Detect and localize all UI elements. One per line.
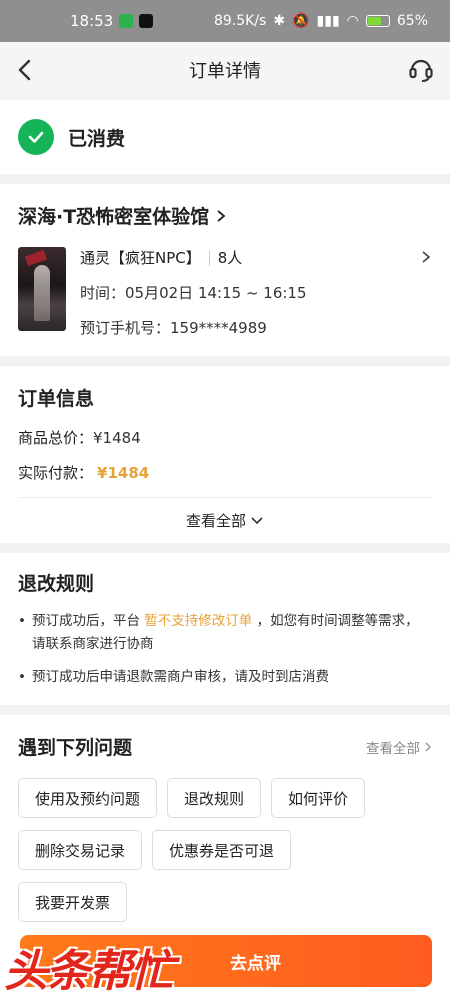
signal-icon: ▮▮▮: [316, 13, 340, 29]
faq-title: 遇到下列问题: [18, 737, 133, 759]
mute-icon: 🔕: [292, 13, 310, 29]
rule-item: 预订成功后申请退款需商户审核，请及时到店消费: [18, 666, 432, 689]
status-bar: 18:53 89.5K/s ✱ 🔕 ▮▮▮ ◠ 65%: [0, 0, 450, 42]
faq-tag[interactable]: 优惠券是否可退: [152, 830, 292, 870]
order-status-card: 已消费: [0, 100, 450, 174]
faq-tag[interactable]: 退改规则: [167, 778, 262, 818]
network-speed: 89.5K/s: [213, 13, 267, 29]
rule-text: 预订成功后申请退款需商户审核，请及时到店消费: [32, 669, 329, 685]
booking-time: 时间：05月02日 14:15 ~ 16:15: [80, 284, 307, 302]
faq-tag[interactable]: 使用及预约问题: [18, 778, 158, 818]
chevron-down-icon: [251, 516, 263, 524]
total-price-row: 商品总价：¥1484: [18, 427, 432, 448]
order-info-title: 订单信息: [18, 388, 95, 410]
shop-name: 深海·T恐怖密室体验馆: [18, 206, 210, 228]
phone-notification-icon: [119, 14, 134, 28]
faq-tag[interactable]: 删除交易记录: [18, 830, 143, 870]
faq-tag[interactable]: 如何评价: [271, 778, 366, 818]
people-count: 8人: [217, 249, 243, 267]
divider: [208, 249, 210, 266]
rule-highlight: 暂不支持修改订单: [144, 613, 253, 629]
rule-item: 预订成功后，平台 暂不支持修改订单 ，如您有时间调整等需求，请联系商家进行协商: [18, 610, 432, 656]
rule-text: 预订成功后，平台: [32, 613, 140, 629]
refund-rules-card: 退改规则 预订成功后，平台 暂不支持修改订单 ，如您有时间调整等需求，请联系商家…: [0, 553, 450, 705]
chevron-right-icon: [425, 741, 432, 752]
order-info-card: 订单信息 商品总价：¥1484 实际付款： ¥1484 查看全部: [0, 366, 450, 543]
item-title: 通灵【疯狂NPC】: [80, 249, 201, 267]
bottom-action-bar: 头条帮忙 去点评: [0, 922, 450, 1000]
faq-card: 遇到下列问题 查看全部 使用及预约问题 退改规则 如何评价 删除交易记录 优惠券…: [0, 715, 450, 948]
order-status-label: 已消费: [68, 127, 126, 150]
paid-amount-value: ¥1484: [97, 464, 150, 482]
faq-tag[interactable]: 我要开发票: [18, 882, 128, 922]
check-circle-icon: [18, 119, 54, 155]
back-arrow-icon[interactable]: [10, 54, 42, 86]
booking-item[interactable]: 通灵【疯狂NPC】 8人 时间：05月02日 14:15 ~ 16:15 预订手…: [18, 247, 432, 338]
paid-amount-label: 实际付款：: [18, 464, 94, 482]
refund-rules-title: 退改规则: [18, 573, 95, 595]
chevron-right-icon: [217, 209, 226, 222]
view-all-order-button[interactable]: 查看全部: [18, 497, 432, 543]
faq-view-all-label: 查看全部: [366, 740, 420, 757]
battery-level: 65%: [396, 13, 428, 29]
faq-view-all-link[interactable]: 查看全部: [366, 737, 432, 757]
wifi-icon: ◠: [346, 13, 359, 29]
app-notification-icon: [139, 14, 154, 28]
bluetooth-icon: ✱: [273, 13, 286, 29]
watermark-logo: 头条帮忙: [4, 946, 174, 997]
booking-phone: 预订手机号：159****4989: [80, 319, 267, 337]
item-poster-image: [18, 247, 66, 331]
battery-icon: [365, 15, 390, 27]
page-title: 订单详情: [189, 61, 261, 82]
total-price-value: ¥1484: [93, 429, 141, 447]
paid-amount-row: 实际付款： ¥1484: [18, 462, 432, 483]
view-all-label: 查看全部: [185, 512, 246, 530]
shop-name-link[interactable]: 深海·T恐怖密室体验馆: [18, 202, 432, 229]
review-button-label: 去点评: [230, 953, 281, 974]
nav-bar: 订单详情: [0, 42, 450, 98]
chevron-right-icon: [422, 251, 431, 263]
clock: 18:53: [70, 12, 114, 30]
total-price-label: 商品总价：: [18, 429, 94, 447]
customer-service-icon[interactable]: [406, 54, 436, 84]
faq-tag-list: 使用及预约问题 退改规则 如何评价 删除交易记录 优惠券是否可退 我要开发票: [18, 778, 398, 922]
shop-card: 深海·T恐怖密室体验馆 通灵【疯狂NPC】 8人 时间：05月02日 14:15…: [0, 184, 450, 356]
